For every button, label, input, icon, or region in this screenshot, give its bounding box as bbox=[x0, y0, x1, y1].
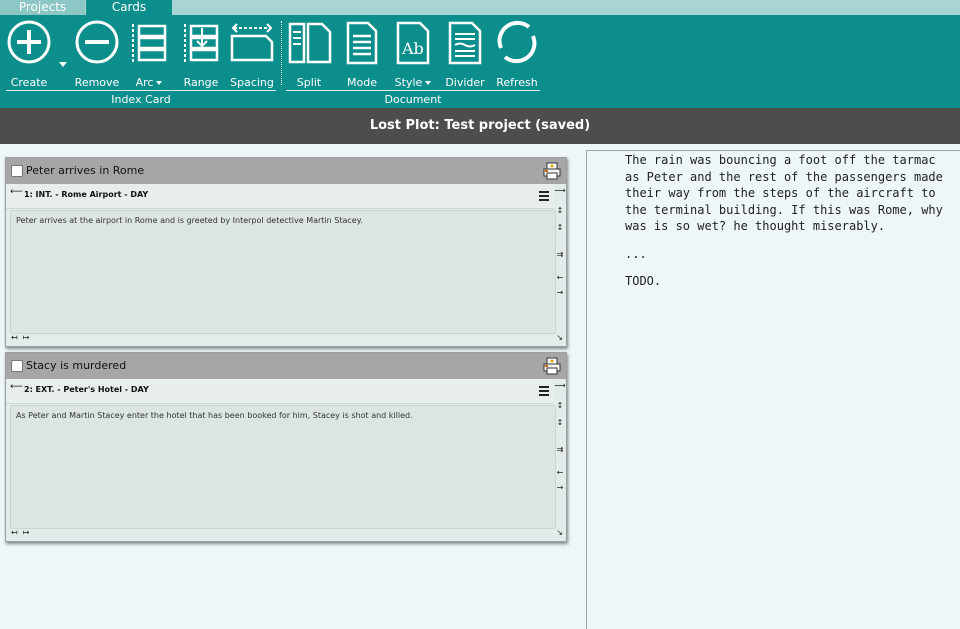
divider-button[interactable]: Divider bbox=[444, 18, 486, 89]
refresh-icon bbox=[497, 20, 537, 64]
document-icon bbox=[346, 21, 378, 65]
card-width-controls[interactable]: ↤ ↦ bbox=[11, 333, 30, 342]
style-label: Style bbox=[394, 76, 423, 89]
menu-icon[interactable] bbox=[539, 386, 549, 398]
extend-right-icon[interactable]: ⟶ bbox=[554, 186, 566, 195]
spacing-label: Spacing bbox=[230, 76, 274, 89]
index-card[interactable]: Peter arrives in Rome ⟵ 1: INT. - Rome A… bbox=[5, 157, 567, 347]
tab-bar: Projects Cards bbox=[0, 0, 960, 15]
resize-handle-icon[interactable]: ↘ bbox=[556, 528, 563, 537]
card-header: Stacy is murdered bbox=[6, 353, 566, 379]
document-group-label: Document bbox=[384, 93, 442, 106]
move-right-icon[interactable]: ⇉ bbox=[554, 250, 566, 259]
spacing-button[interactable]: Spacing bbox=[228, 18, 276, 89]
index-card-group-label: Index Card bbox=[111, 93, 171, 106]
print-icon[interactable] bbox=[543, 162, 561, 184]
arc-label: Arc bbox=[135, 76, 154, 89]
menu-icon[interactable] bbox=[539, 191, 549, 203]
document-pane[interactable]: The rain was bouncing a foot off the tar… bbox=[586, 150, 960, 629]
move-left-icon[interactable]: ← bbox=[554, 273, 566, 282]
cards-pane: Peter arrives in Rome ⟵ 1: INT. - Rome A… bbox=[0, 144, 586, 628]
extend-right-icon[interactable]: ⟶ bbox=[554, 381, 566, 390]
range-button[interactable]: Range bbox=[180, 18, 222, 89]
document-text[interactable]: The rain was bouncing a foot off the tar… bbox=[625, 152, 955, 301]
shrink-height-icon[interactable]: ↕ bbox=[554, 223, 566, 232]
card-width-controls[interactable]: ↤ ↦ bbox=[11, 528, 30, 537]
divider-icon bbox=[448, 21, 482, 65]
card-title[interactable]: Stacy is murdered bbox=[26, 359, 126, 372]
card-checkbox[interactable] bbox=[11, 360, 23, 372]
document-group-line bbox=[286, 90, 540, 91]
remove-button[interactable]: Remove bbox=[74, 18, 120, 89]
refresh-button[interactable]: Refresh bbox=[493, 18, 541, 89]
card-side-controls: ⟶ ↕ ↕ ⇉ ← → bbox=[554, 381, 566, 511]
divider-label: Divider bbox=[445, 76, 485, 89]
split-icon bbox=[288, 22, 332, 64]
scene-heading-bar: ⟵ 2: EXT. - Peter's Hotel - DAY bbox=[6, 379, 554, 404]
index-card[interactable]: Stacy is murdered ⟵ 2: EXT. - Peter's Ho… bbox=[5, 352, 567, 542]
card-side-controls: ⟶ ↕ ↕ ⇉ ← → bbox=[554, 186, 566, 316]
refresh-label: Refresh bbox=[496, 76, 538, 89]
create-button[interactable]: Create bbox=[6, 18, 52, 89]
style-dropdown-caret bbox=[425, 81, 432, 85]
ribbon-toolbar: Create Remove Arc Range Spacing Split Mo… bbox=[0, 15, 960, 108]
shrink-height-icon[interactable]: ↕ bbox=[554, 418, 566, 427]
mode-button[interactable]: Mode bbox=[342, 18, 382, 89]
split-button[interactable]: Split bbox=[286, 18, 332, 89]
card-title[interactable]: Peter arrives in Rome bbox=[26, 164, 144, 177]
resize-handle-icon[interactable]: ↘ bbox=[556, 333, 563, 342]
print-icon[interactable] bbox=[543, 357, 561, 379]
arc-dropdown-caret bbox=[156, 81, 163, 85]
scene-left-arrow-icon[interactable]: ⟵ bbox=[10, 382, 23, 392]
arc-button[interactable]: Arc bbox=[128, 18, 170, 89]
svg-text:Ab: Ab bbox=[401, 39, 424, 58]
tab-cards[interactable]: Cards bbox=[86, 0, 172, 15]
document-paragraph: The rain was bouncing a foot off the tar… bbox=[625, 153, 943, 233]
range-icon bbox=[184, 24, 219, 62]
expand-height-icon[interactable]: ↕ bbox=[554, 401, 566, 410]
plus-circle-icon bbox=[7, 20, 51, 64]
mode-label: Mode bbox=[347, 76, 377, 89]
card-body-text: Peter arrives at the airport in Rome and… bbox=[16, 216, 363, 225]
ribbon-separator bbox=[281, 21, 282, 85]
range-label: Range bbox=[183, 76, 219, 89]
move-left-icon[interactable]: ← bbox=[554, 468, 566, 477]
card-checkbox[interactable] bbox=[11, 165, 23, 177]
arc-icon bbox=[132, 24, 167, 62]
card-header: Peter arrives in Rome bbox=[6, 158, 566, 184]
scene-heading[interactable]: 2: EXT. - Peter's Hotel - DAY bbox=[24, 385, 149, 394]
card-body-text: As Peter and Martin Stacey enter the hot… bbox=[16, 411, 413, 420]
move-right-icon[interactable]: ⇉ bbox=[554, 445, 566, 454]
card-body[interactable]: As Peter and Martin Stacey enter the hot… bbox=[10, 405, 556, 529]
split-label: Split bbox=[296, 76, 322, 89]
document-paragraph: TODO. bbox=[625, 274, 662, 288]
style-icon: Ab bbox=[396, 21, 430, 65]
spacing-icon bbox=[230, 23, 274, 62]
create-label: Create bbox=[10, 76, 48, 89]
move-right-arrow-icon[interactable]: → bbox=[554, 288, 566, 297]
project-title: Lost Plot: Test project (saved) bbox=[0, 108, 960, 144]
scene-heading-bar: ⟵ 1: INT. - Rome Airport - DAY bbox=[6, 184, 554, 209]
create-dropdown-caret[interactable] bbox=[59, 62, 67, 67]
index-card-group-line bbox=[6, 90, 276, 91]
document-paragraph: ... bbox=[625, 246, 647, 261]
remove-label: Remove bbox=[74, 76, 120, 89]
scene-left-arrow-icon[interactable]: ⟵ bbox=[10, 187, 23, 197]
move-right-arrow-icon[interactable]: → bbox=[554, 483, 566, 492]
scene-heading[interactable]: 1: INT. - Rome Airport - DAY bbox=[24, 190, 148, 199]
tab-projects[interactable]: Projects bbox=[0, 0, 85, 15]
expand-height-icon[interactable]: ↕ bbox=[554, 206, 566, 215]
minus-circle-icon bbox=[75, 20, 119, 64]
style-button[interactable]: Ab Style bbox=[392, 18, 434, 89]
card-body[interactable]: Peter arrives at the airport in Rome and… bbox=[10, 210, 556, 334]
